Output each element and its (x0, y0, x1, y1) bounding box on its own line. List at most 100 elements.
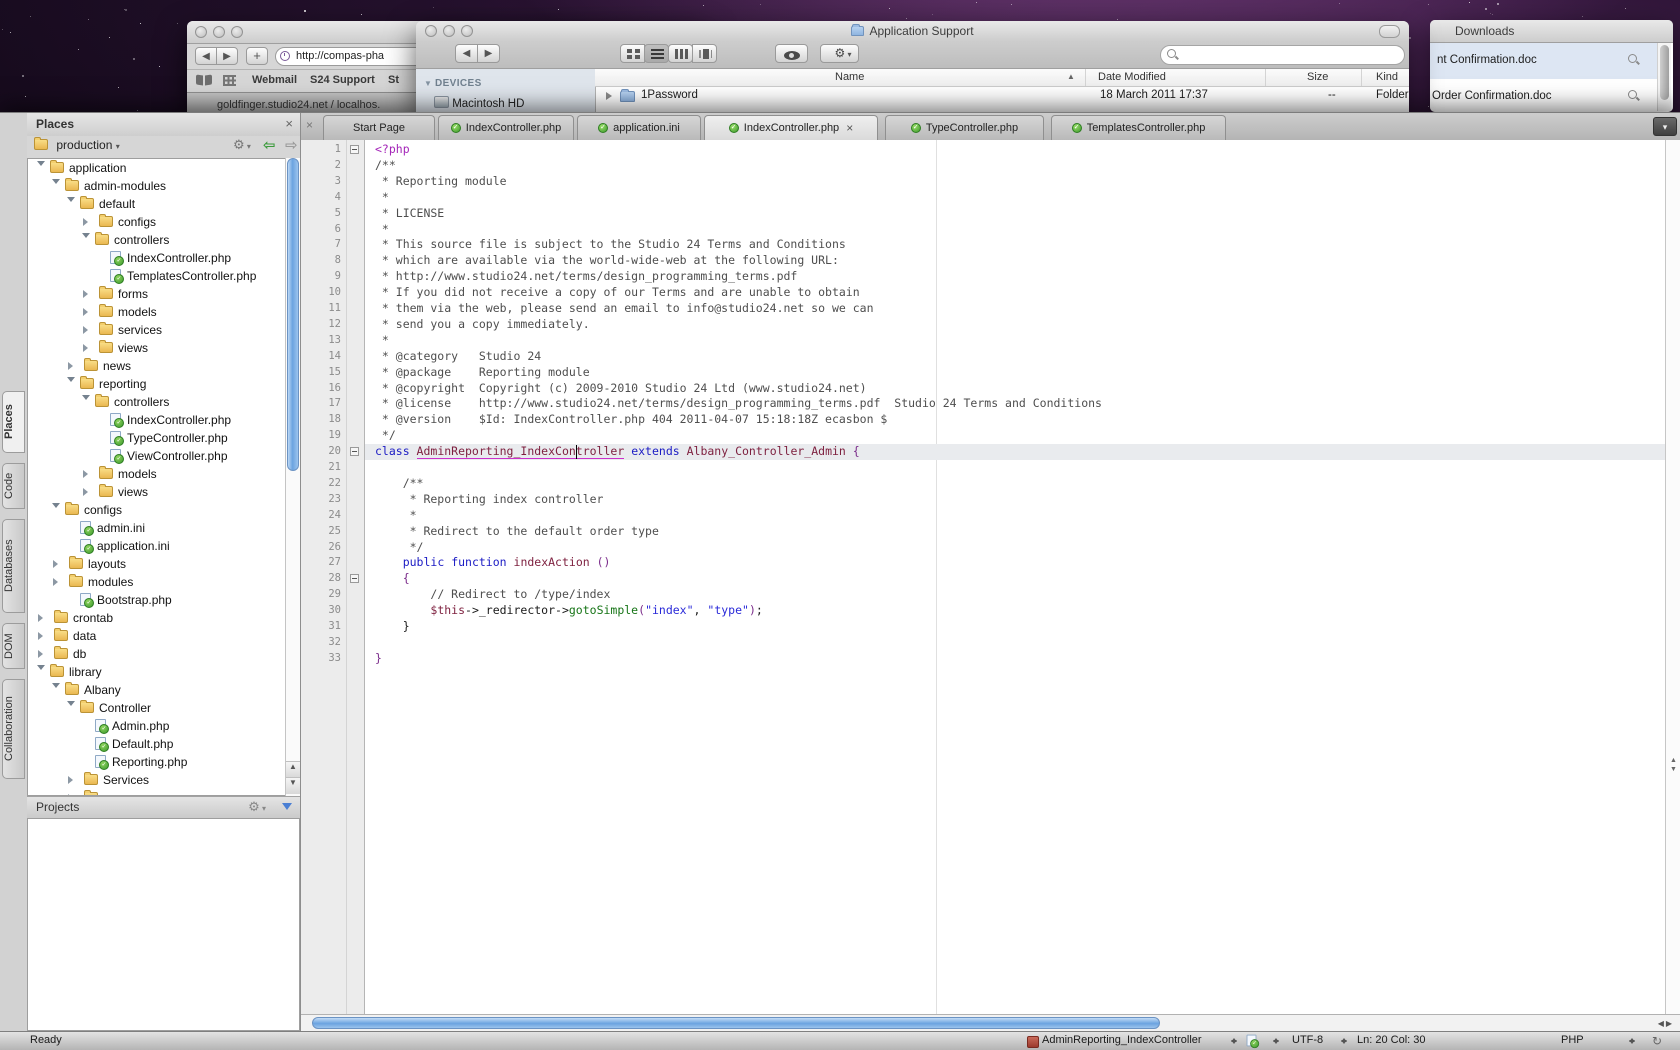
download-item[interactable]: Order Confirmation.doc (1430, 79, 1657, 112)
tree-row[interactable]: Controller (28, 699, 299, 717)
editor-tab-typecontroller-php[interactable]: TypeController.php (885, 115, 1044, 140)
code-line[interactable]: * This source file is subject to the Stu… (365, 237, 1665, 253)
tree-row[interactable]: TemplatesController.php (28, 267, 299, 285)
bookmarks-book-icon[interactable] (196, 75, 212, 86)
tree-row[interactable]: Default.php (28, 735, 299, 753)
code-line[interactable]: } (365, 651, 1665, 667)
sidebar-item-macintosh-hd[interactable]: Macintosh HD (434, 96, 524, 110)
bookmark-item[interactable]: S24 Support (310, 74, 375, 86)
code-line[interactable]: * LICENSE (365, 206, 1665, 222)
tree-row[interactable]: layouts (28, 555, 299, 573)
download-item[interactable]: nt Confirmation.doc (1430, 43, 1657, 79)
file-row[interactable]: 1Password 18 March 2011 17:37 -- Folder (595, 86, 1409, 106)
tree-row[interactable]: controllers (28, 393, 299, 411)
minimize-button[interactable] (213, 26, 225, 38)
code-line[interactable]: * which are available via the world-wide… (365, 253, 1665, 269)
side-tab-databases[interactable]: Databases (2, 519, 25, 613)
tab-overflow-button[interactable]: ▾ (1653, 117, 1677, 136)
disclosure-closed-icon[interactable] (83, 344, 92, 352)
code-line[interactable]: * (365, 190, 1665, 206)
search-icon[interactable] (1628, 54, 1640, 66)
disclosure-closed-icon[interactable] (68, 362, 77, 370)
disclosure-closed-icon[interactable] (68, 776, 77, 784)
close-icon[interactable]: × (285, 116, 293, 131)
tree-row[interactable]: modules (28, 573, 299, 591)
code-line[interactable]: * (365, 508, 1665, 524)
tree-row[interactable]: IndexController.php (28, 411, 299, 429)
tree-row[interactable]: TypeController.php (28, 429, 299, 447)
view-list-button[interactable] (644, 44, 669, 63)
code-line[interactable] (365, 460, 1665, 476)
tree-row[interactable]: default (28, 195, 299, 213)
projects-gear-button[interactable]: ⚙ ▾ (248, 799, 266, 815)
view-icons-button[interactable] (620, 44, 645, 63)
disclosure-open-icon[interactable] (37, 161, 45, 170)
toolbar-toggle-pill[interactable] (1379, 25, 1400, 38)
search-icon[interactable] (1628, 90, 1640, 102)
tree-row[interactable]: crontab (28, 609, 299, 627)
close-button[interactable] (195, 26, 207, 38)
tree-row[interactable]: data (28, 627, 299, 645)
view-coverflow-button[interactable] (692, 44, 717, 63)
disclosure-open-icon[interactable] (82, 395, 90, 404)
tree-row[interactable]: configs (28, 501, 299, 519)
code-line[interactable]: * (365, 333, 1665, 349)
code-line[interactable]: * send you a copy immediately. (365, 317, 1665, 333)
tree-row[interactable]: Reporting.php (28, 753, 299, 771)
code-line[interactable]: */ (365, 428, 1665, 444)
tabbar-close-icon[interactable]: × (306, 118, 313, 132)
code-line[interactable] (365, 635, 1665, 651)
tree-row[interactable]: models (28, 465, 299, 483)
editor-hscrollbar[interactable]: ◀▶ (301, 1014, 1680, 1031)
editor-gutter[interactable]: 1234567891011121314151617181920212223242… (301, 140, 365, 1014)
root-selector[interactable]: production ▾ (34, 138, 120, 152)
column-header-size[interactable]: Size (1307, 71, 1328, 83)
disclosure-open-icon[interactable] (52, 683, 60, 692)
code-line[interactable]: /** (365, 158, 1665, 174)
browser-tab[interactable]: goldfinger.studio24.net / localhos. (217, 99, 380, 111)
tree-row[interactable]: Albany (28, 681, 299, 699)
tree-row[interactable]: configs (28, 213, 299, 231)
column-header-kind[interactable]: Kind (1376, 71, 1398, 83)
scroll-arrows-icon[interactable]: ◀▶ (1658, 1019, 1674, 1028)
tree-row[interactable]: news (28, 357, 299, 375)
disclosure-closed-icon[interactable] (38, 614, 47, 622)
disclosure-closed-icon[interactable] (38, 650, 47, 658)
editor-tab-indexcontroller-php[interactable]: IndexController.php (438, 115, 574, 140)
scroll-up-icon[interactable]: ▲ (286, 761, 300, 778)
code-line[interactable]: * Reporting module (365, 174, 1665, 190)
side-tab-dom[interactable]: DOM (2, 623, 25, 669)
tree-row[interactable] (28, 789, 299, 796)
stepper-icon[interactable] (1272, 1035, 1281, 1047)
code-content[interactable]: <?php/** * Reporting module * * LICENSE … (365, 140, 1665, 1014)
fold-toggle-icon[interactable] (350, 447, 359, 456)
code-line[interactable]: * @package Reporting module (365, 365, 1665, 381)
side-tab-code[interactable]: Code (2, 463, 25, 509)
column-header-date[interactable]: Date Modified (1098, 71, 1166, 83)
code-line[interactable]: class AdminReporting_IndexController ext… (365, 444, 1665, 460)
disclosure-triangle-icon[interactable] (606, 92, 612, 100)
disclosure-open-icon[interactable] (67, 377, 75, 386)
tree-row[interactable]: services (28, 321, 299, 339)
zoom-button[interactable] (231, 26, 243, 38)
tree-row[interactable]: models (28, 303, 299, 321)
disclosure-open-icon[interactable] (52, 179, 60, 188)
code-line[interactable]: <?php (365, 142, 1665, 158)
projects-filter-icon[interactable] (282, 803, 292, 815)
editor-tab-application-ini[interactable]: application.ini (577, 115, 701, 140)
code-line[interactable]: * Reporting index controller (365, 492, 1665, 508)
refresh-icon[interactable]: ↻ (1652, 1034, 1662, 1048)
stepper-icon[interactable] (1230, 1035, 1239, 1047)
tree-row[interactable]: forms (28, 285, 299, 303)
stepper-icon[interactable] (1340, 1035, 1349, 1047)
topsites-grid-icon[interactable] (223, 75, 236, 86)
side-tab-collaboration[interactable]: Collaboration (2, 679, 25, 779)
disclosure-closed-icon[interactable] (83, 290, 92, 298)
quicklook-button[interactable] (775, 44, 808, 63)
code-line[interactable]: * Redirect to the default order type (365, 524, 1665, 540)
editor-tab-start-page[interactable]: Start Page (323, 115, 435, 140)
code-line[interactable]: * @category Studio 24 (365, 349, 1665, 365)
code-line[interactable]: * them via the web, please send an email… (365, 301, 1665, 317)
new-tab-button[interactable]: + (246, 47, 268, 65)
devices-header[interactable]: ▼ DEVICES (424, 78, 482, 89)
